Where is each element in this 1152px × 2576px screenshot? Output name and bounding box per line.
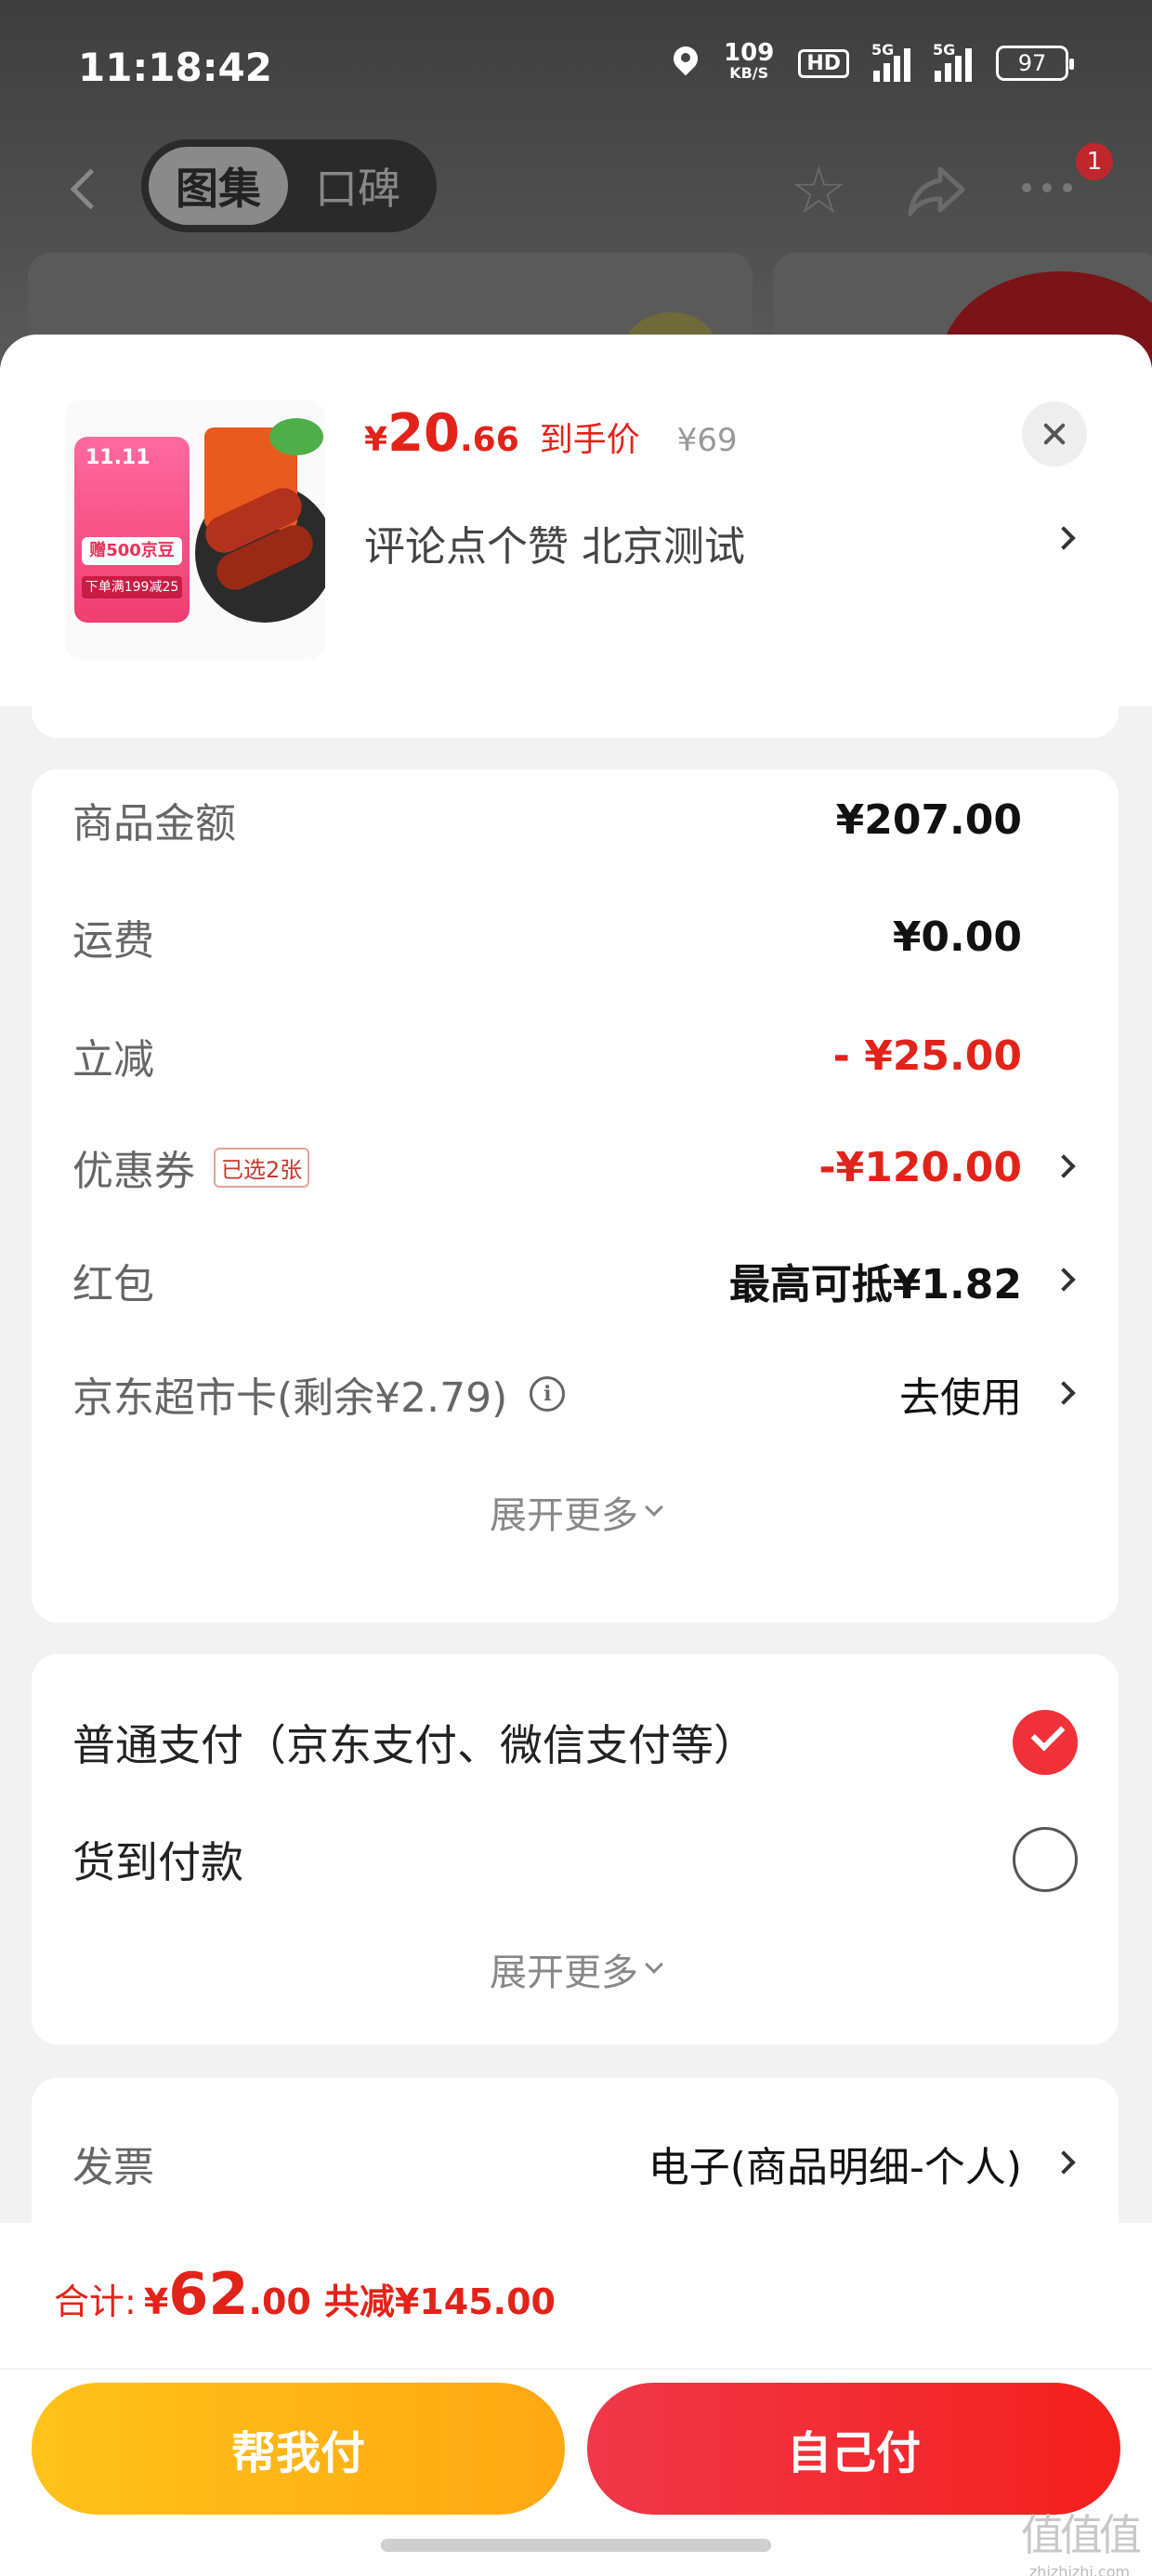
- fee-label: 运费: [72, 917, 154, 965]
- invoice-row[interactable]: 发票 电子(商品明细-个人): [72, 2126, 1078, 2201]
- price-decimal: .66: [460, 421, 519, 459]
- expand-label: 展开更多: [490, 1952, 638, 1994]
- payment-option-cod[interactable]: 货到付款: [72, 1818, 1078, 1901]
- fee-row-redpacket[interactable]: 红包 最高可抵¥1.82: [72, 1243, 1078, 1318]
- invoice-value: 电子(商品明细-个人): [648, 2144, 1022, 2191]
- expand-more-payment[interactable]: 展开更多: [32, 1942, 1119, 1996]
- fee-label: 京东超市卡(剩余¥2.79): [72, 1374, 508, 1422]
- chevron-right-icon[interactable]: [1052, 2150, 1076, 2175]
- network-speed-value: 109: [724, 39, 775, 67]
- payment-option-label: 普通支付（京东支付、微信支付等）: [72, 1720, 756, 1770]
- fee-row-supermarket-card[interactable]: 京东超市卡(剩余¥2.79) i 去使用: [72, 1357, 1078, 1431]
- total-label: 合计:: [54, 2281, 137, 2322]
- total-integer: 62: [168, 2260, 249, 2328]
- price-currency: ¥: [364, 421, 388, 459]
- promo-deal: 下单满199减25: [82, 576, 182, 598]
- product-header: 11.11 赠500京豆 下单满199减25 ¥ 20 .66 到手价 ¥69 …: [0, 335, 1152, 706]
- tab-reviews[interactable]: 口碑: [288, 147, 427, 225]
- status-bar: 11:18:42 109 KB/S HD 5G 5G 97: [0, 0, 1152, 130]
- promo-card: 11.11 赠500京豆 下单满199减25: [74, 437, 190, 623]
- fee-label: 红包: [72, 1261, 154, 1308]
- total-currency: ¥: [143, 2281, 169, 2322]
- address-card-bottom: [32, 699, 1119, 738]
- fee-value: -¥120.00: [818, 1143, 1022, 1191]
- close-icon[interactable]: [1022, 401, 1087, 467]
- signal-label: 5G: [871, 41, 895, 59]
- product-spec[interactable]: 评论点个赞 北京测试: [364, 513, 745, 572]
- product-image: 11.11 赠500京豆 下单满199减25: [65, 400, 325, 660]
- chevron-right-icon[interactable]: [1052, 526, 1076, 550]
- info-icon[interactable]: i: [530, 1376, 566, 1412]
- notification-badge: 1: [1076, 143, 1113, 180]
- payment-method-card: 普通支付（京东支付、微信支付等） 货到付款 展开更多: [32, 1654, 1119, 2044]
- chevron-right-icon[interactable]: [1052, 1381, 1076, 1405]
- promo-gift: 赠500京豆: [82, 537, 182, 565]
- fee-value: ¥0.00: [892, 913, 1022, 961]
- signal-icon: 5G: [871, 41, 910, 82]
- chevron-right-icon[interactable]: [1052, 1154, 1076, 1178]
- unchecked-radio[interactable]: [1013, 1827, 1078, 1892]
- help-me-pay-button[interactable]: 帮我付: [32, 2383, 565, 2515]
- fee-label-group: 京东超市卡(剩余¥2.79) i: [72, 1364, 566, 1424]
- fee-label-group: 优惠券 已选2张: [72, 1137, 310, 1197]
- fee-label: 商品金额: [72, 800, 236, 848]
- fee-value: 去使用: [899, 1374, 1022, 1422]
- chevron-down-icon: [645, 1498, 663, 1517]
- watermark-site: zhizhizhi.com: [1028, 2563, 1131, 2576]
- fee-label: 立减: [72, 1036, 154, 1084]
- fee-row-coupon[interactable]: 优惠券 已选2张 -¥120.00: [72, 1130, 1078, 1204]
- price-label: 到手价: [539, 421, 640, 459]
- payment-option-normal[interactable]: 普通支付（京东支付、微信支付等）: [72, 1701, 1078, 1784]
- fee-label: 优惠券: [72, 1148, 195, 1195]
- share-icon[interactable]: [907, 160, 968, 221]
- fee-breakdown-card: 商品金额 ¥207.00 运费 ¥0.00 立减 - ¥25.00 优惠券 已选…: [32, 769, 1119, 1623]
- checkout-footer: 合计: ¥ 62 .00 共减¥145.00 帮我付 自己付 值值值 zhizh…: [0, 2223, 1152, 2576]
- top-nav: 图集 口碑 ☆ 1: [0, 139, 1152, 242]
- total-line: 合计: ¥ 62 .00 共减¥145.00: [54, 2260, 556, 2328]
- divider: [0, 2368, 1152, 2370]
- fee-row-discount: 立减 - ¥25.00: [72, 1019, 1078, 1093]
- signal-icon-2: 5G: [933, 41, 972, 82]
- chevron-right-icon[interactable]: [1052, 1268, 1076, 1292]
- expand-more-fees[interactable]: 展开更多: [32, 1485, 1119, 1539]
- promo-title: 11.11: [85, 446, 151, 469]
- chevron-down-icon: [645, 1955, 663, 1974]
- favorite-star-icon[interactable]: ☆: [790, 158, 851, 223]
- location-icon: [672, 45, 700, 82]
- gallery-tabs: 图集 口碑: [141, 139, 437, 232]
- status-time: 11:18:42: [78, 45, 272, 90]
- fee-value: 最高可抵¥1.82: [728, 1261, 1022, 1308]
- network-speed-unit: KB/S: [729, 64, 769, 82]
- fee-value: ¥207.00: [835, 795, 1022, 844]
- signal-label-2: 5G: [933, 41, 956, 59]
- coupon-count-tag: 已选2张: [214, 1147, 310, 1188]
- watermark: 值值值 zhizhizhi.com: [1015, 2502, 1145, 2576]
- fee-row-goods: 商品金额 ¥207.00: [72, 782, 1078, 857]
- price-line: ¥ 20 .66 到手价 ¥69: [364, 403, 738, 464]
- fee-value: - ¥25.00: [832, 1032, 1022, 1080]
- status-indicators: 109 KB/S HD 5G 5G 97: [672, 39, 1074, 84]
- total-saving: 共减¥145.00: [323, 2281, 556, 2322]
- expand-label: 展开更多: [490, 1494, 638, 1537]
- payment-option-label: 货到付款: [72, 1837, 243, 1887]
- checked-icon[interactable]: [1013, 1710, 1078, 1775]
- invoice-label: 发票: [72, 2144, 154, 2191]
- brand-logo: [269, 418, 323, 455]
- original-price: ¥69: [676, 422, 738, 459]
- watermark-text: 值值值: [1021, 2510, 1142, 2560]
- fee-row-shipping: 运费 ¥0.00: [72, 900, 1078, 974]
- pay-myself-button[interactable]: 自己付: [587, 2383, 1120, 2515]
- total-decimal: .00: [248, 2281, 311, 2322]
- price-integer: 20: [387, 403, 460, 464]
- network-speed: 109 KB/S: [724, 39, 775, 84]
- back-icon[interactable]: [63, 165, 100, 214]
- hd-icon: HD: [798, 48, 849, 78]
- more-icon[interactable]: [1022, 169, 1087, 206]
- battery-icon: 97: [996, 46, 1074, 81]
- tab-gallery[interactable]: 图集: [149, 147, 288, 225]
- home-indicator[interactable]: [381, 2539, 771, 2552]
